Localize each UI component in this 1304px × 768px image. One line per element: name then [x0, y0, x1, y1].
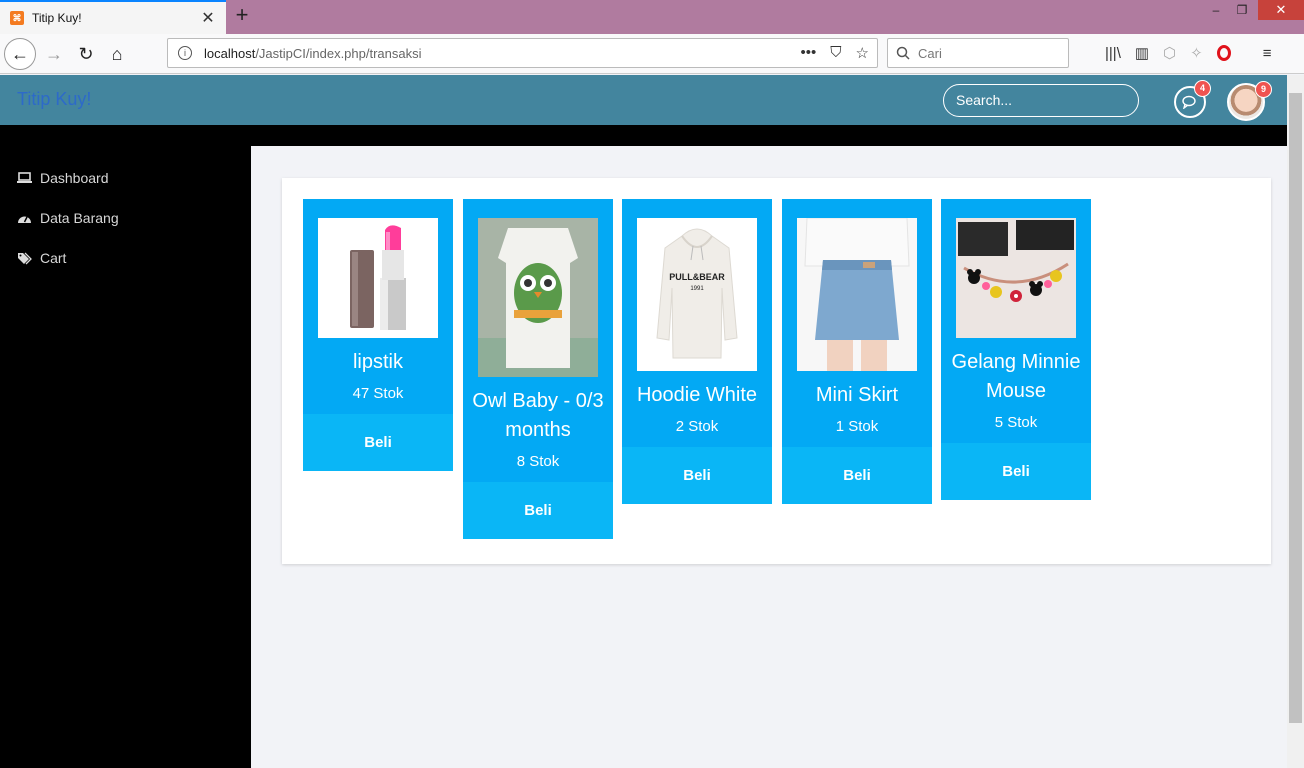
- product-stock: 47 Stok: [352, 385, 404, 402]
- sidebar-icon[interactable]: ▥: [1135, 44, 1149, 62]
- buy-button[interactable]: Beli: [622, 447, 772, 504]
- url-text[interactable]: localhost/JastipCI/index.php/transaksi: [204, 46, 801, 61]
- browser-tab[interactable]: ⌘ Titip Kuy! ✕: [0, 0, 226, 34]
- browser-search-input[interactable]: Cari: [887, 38, 1069, 68]
- product-name: Hoodie White: [636, 384, 758, 406]
- product-image: [797, 218, 917, 371]
- tab-title: Titip Kuy!: [32, 11, 82, 25]
- svg-text:1991: 1991: [690, 286, 704, 292]
- sidebar: Dashboard Data Barang Cart: [0, 125, 251, 768]
- chat-button[interactable]: 4: [1174, 80, 1211, 118]
- product-name: Mini Skirt: [815, 384, 899, 406]
- forward-button[interactable]: →: [38, 38, 70, 70]
- window-close-button[interactable]: ✕: [1258, 0, 1304, 20]
- product-card: Mini Skirt 1 Stok Beli: [782, 199, 932, 504]
- dashboard-icon: [18, 216, 31, 223]
- buy-button[interactable]: Beli: [941, 443, 1091, 500]
- buy-button[interactable]: Beli: [782, 447, 932, 504]
- buy-button[interactable]: Beli: [463, 482, 613, 539]
- product-image: [478, 218, 598, 377]
- product-panel: lipstik 47 Stok Beli Owl Baby - 0/3 mont…: [282, 178, 1271, 564]
- buy-button[interactable]: Beli: [303, 414, 453, 471]
- maximize-button[interactable]: ❐: [1228, 0, 1256, 20]
- scrollbar-thumb[interactable]: [1289, 93, 1302, 723]
- notification-badge: 9: [1255, 81, 1272, 98]
- product-stock: 2 Stok: [675, 418, 719, 435]
- chat-badge: 4: [1194, 80, 1211, 97]
- product-card: Owl Baby - 0/3 months 8 Stok Beli: [463, 199, 613, 539]
- sidebar-item-data-barang[interactable]: Data Barang: [17, 210, 119, 226]
- addon-icon[interactable]: ✧: [1190, 44, 1203, 62]
- menu-icon[interactable]: ≡: [1263, 45, 1272, 62]
- extension-icon[interactable]: ⬡: [1163, 44, 1176, 62]
- product-image: [956, 218, 1076, 338]
- svg-text:PULL&BEAR: PULL&BEAR: [669, 272, 725, 282]
- minimize-button[interactable]: –: [1202, 0, 1230, 20]
- browser-navbar: ← → ↻ ⌂ i localhost/JastipCI/index.php/t…: [0, 34, 1304, 74]
- home-button[interactable]: ⌂: [101, 38, 133, 70]
- product-stock: 1 Stok: [835, 418, 879, 435]
- search-icon: [896, 46, 910, 60]
- library-icon[interactable]: |||\: [1105, 45, 1121, 62]
- product-stock: 8 Stok: [516, 453, 560, 470]
- sidebar-item-cart[interactable]: Cart: [17, 250, 66, 266]
- product-stock: 5 Stok: [994, 414, 1038, 431]
- app-header: Titip Kuy! Search... 4 9: [0, 75, 1287, 125]
- product-card: PULL&BEAR 1991 Hoodie White 2 Stok Beli: [622, 199, 772, 504]
- product-image: [318, 218, 438, 338]
- page-scrollbar[interactable]: [1287, 75, 1304, 768]
- main-content: lipstik 47 Stok Beli Owl Baby - 0/3 mont…: [251, 146, 1287, 768]
- favicon-icon: ⌘: [10, 11, 24, 25]
- laptop-icon: [17, 172, 32, 183]
- product-name: Owl Baby - 0/3 months: [472, 390, 604, 441]
- brand-logo[interactable]: Titip Kuy!: [17, 89, 91, 110]
- product-name: Gelang Minnie Mouse: [951, 351, 1081, 402]
- product-card: Gelang Minnie Mouse 5 Stok Beli: [941, 199, 1091, 500]
- sidebar-item-dashboard[interactable]: Dashboard: [17, 170, 109, 186]
- bookmark-star-icon[interactable]: ☆: [856, 44, 869, 62]
- back-button[interactable]: ←: [4, 38, 36, 70]
- search-input[interactable]: Search...: [943, 84, 1139, 117]
- more-icon[interactable]: •••: [801, 44, 817, 62]
- header-shadow-strip: [251, 125, 1287, 146]
- tags-icon: [18, 252, 32, 264]
- product-name: lipstik: [352, 351, 403, 373]
- new-tab-button[interactable]: +: [230, 4, 254, 28]
- reload-button[interactable]: ↻: [70, 38, 102, 70]
- chat-icon: [1182, 95, 1196, 109]
- info-icon[interactable]: i: [178, 46, 192, 60]
- opera-icon[interactable]: [1216, 45, 1231, 61]
- product-image: PULL&BEAR 1991: [637, 218, 757, 371]
- url-bar[interactable]: i localhost/JastipCI/index.php/transaksi…: [167, 38, 878, 68]
- browser-titlebar: ⌘ Titip Kuy! ✕ + – ❐ ✕: [0, 0, 1304, 34]
- avatar[interactable]: 9: [1227, 81, 1272, 121]
- close-tab-icon[interactable]: ✕: [198, 8, 218, 28]
- product-card: lipstik 47 Stok Beli: [303, 199, 453, 471]
- pocket-icon[interactable]: ⛉: [830, 44, 841, 62]
